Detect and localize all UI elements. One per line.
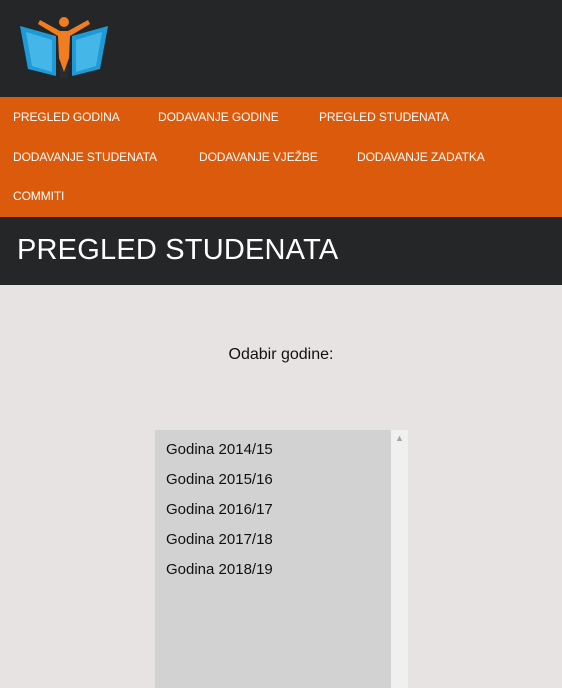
year-select-label: Odabir godine: [228, 346, 334, 363]
year-listbox[interactable]: Godina 2014/15 Godina 2015/16 Godina 201… [155, 430, 408, 688]
book-person-logo-icon[interactable] [16, 14, 112, 80]
top-header [0, 0, 562, 97]
year-option[interactable]: Godina 2017/18 [166, 531, 273, 549]
year-option[interactable]: Godina 2018/19 [166, 561, 273, 579]
chevron-up-icon[interactable]: ▲ [391, 430, 408, 447]
nav-item-pregled-godina[interactable]: PREGLED GODINA [13, 110, 120, 124]
nav-item-commiti[interactable]: COMMITI [13, 189, 64, 203]
nav-item-dodavanje-vjezbe[interactable]: DODAVANJE VJEŽBE [199, 150, 318, 164]
year-option[interactable]: Godina 2015/16 [166, 471, 273, 489]
year-option[interactable]: Godina 2014/15 [166, 441, 273, 459]
listbox-scrollbar[interactable]: ▲ [391, 430, 408, 688]
nav-item-dodavanje-zadatka[interactable]: DODAVANJE ZADATKA [357, 150, 485, 164]
nav-item-dodavanje-studenata[interactable]: DODAVANJE STUDENATA [13, 150, 157, 164]
main-nav: PREGLED GODINA DODAVANJE GODINE PREGLED … [0, 97, 562, 217]
nav-item-dodavanje-godine[interactable]: DODAVANJE GODINE [158, 110, 279, 124]
nav-item-pregled-studenata[interactable]: PREGLED STUDENATA [319, 110, 449, 124]
year-option[interactable]: Godina 2016/17 [166, 501, 273, 519]
page-title: PREGLED STUDENATA [17, 234, 339, 266]
